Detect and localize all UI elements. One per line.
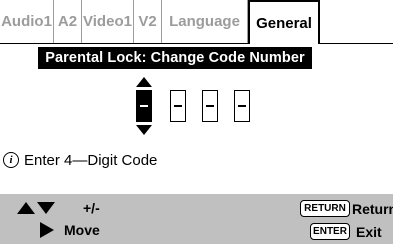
- digit-up-arrow-icon: [136, 77, 152, 87]
- tab-general[interactable]: General: [248, 0, 320, 44]
- digit-placeholder: [174, 105, 182, 107]
- tab-a2[interactable]: A2: [54, 0, 82, 43]
- tab-video1[interactable]: Video1: [82, 0, 134, 43]
- info-icon: i: [3, 152, 19, 168]
- help-bar: +/- Move RETURN Return ENTER Exit: [0, 194, 393, 244]
- digit-down-arrow-icon: [136, 125, 152, 135]
- enter-key-icon: ENTER: [310, 223, 350, 240]
- panel-title: Parental Lock: Change Code Number: [38, 47, 312, 69]
- digit-placeholder: [206, 105, 214, 107]
- info-text: Enter 4—Digit Code: [24, 151, 158, 169]
- setup-menu-screen: Audio1 A2 Video1 V2 Language General Par…: [0, 0, 393, 244]
- code-digit-2[interactable]: [170, 90, 186, 122]
- info-line: i Enter 4—Digit Code: [3, 150, 157, 170]
- adjust-hint: +/-: [0, 197, 100, 219]
- digit-placeholder: [140, 105, 148, 107]
- right-arrow-icon: [40, 222, 54, 238]
- down-arrow-icon: [37, 202, 55, 214]
- tab-v2[interactable]: V2: [134, 0, 162, 43]
- code-digit-3[interactable]: [202, 90, 218, 122]
- digit-placeholder: [238, 105, 246, 107]
- tab-divider: [0, 43, 393, 44]
- move-label: Move: [64, 222, 100, 238]
- up-arrow-icon: [17, 202, 35, 214]
- move-hint: Move: [0, 219, 100, 241]
- tab-bar: Audio1 A2 Video1 V2 Language General: [0, 0, 393, 44]
- exit-label: Exit: [356, 224, 382, 240]
- tab-language[interactable]: Language: [162, 0, 248, 43]
- code-digit-4[interactable]: [234, 90, 250, 122]
- tab-audio1[interactable]: Audio1: [0, 0, 54, 43]
- adjust-label: +/-: [83, 200, 100, 216]
- code-digit-1[interactable]: [136, 90, 152, 122]
- return-key-icon: RETURN: [300, 200, 350, 217]
- return-label: Return: [352, 201, 393, 217]
